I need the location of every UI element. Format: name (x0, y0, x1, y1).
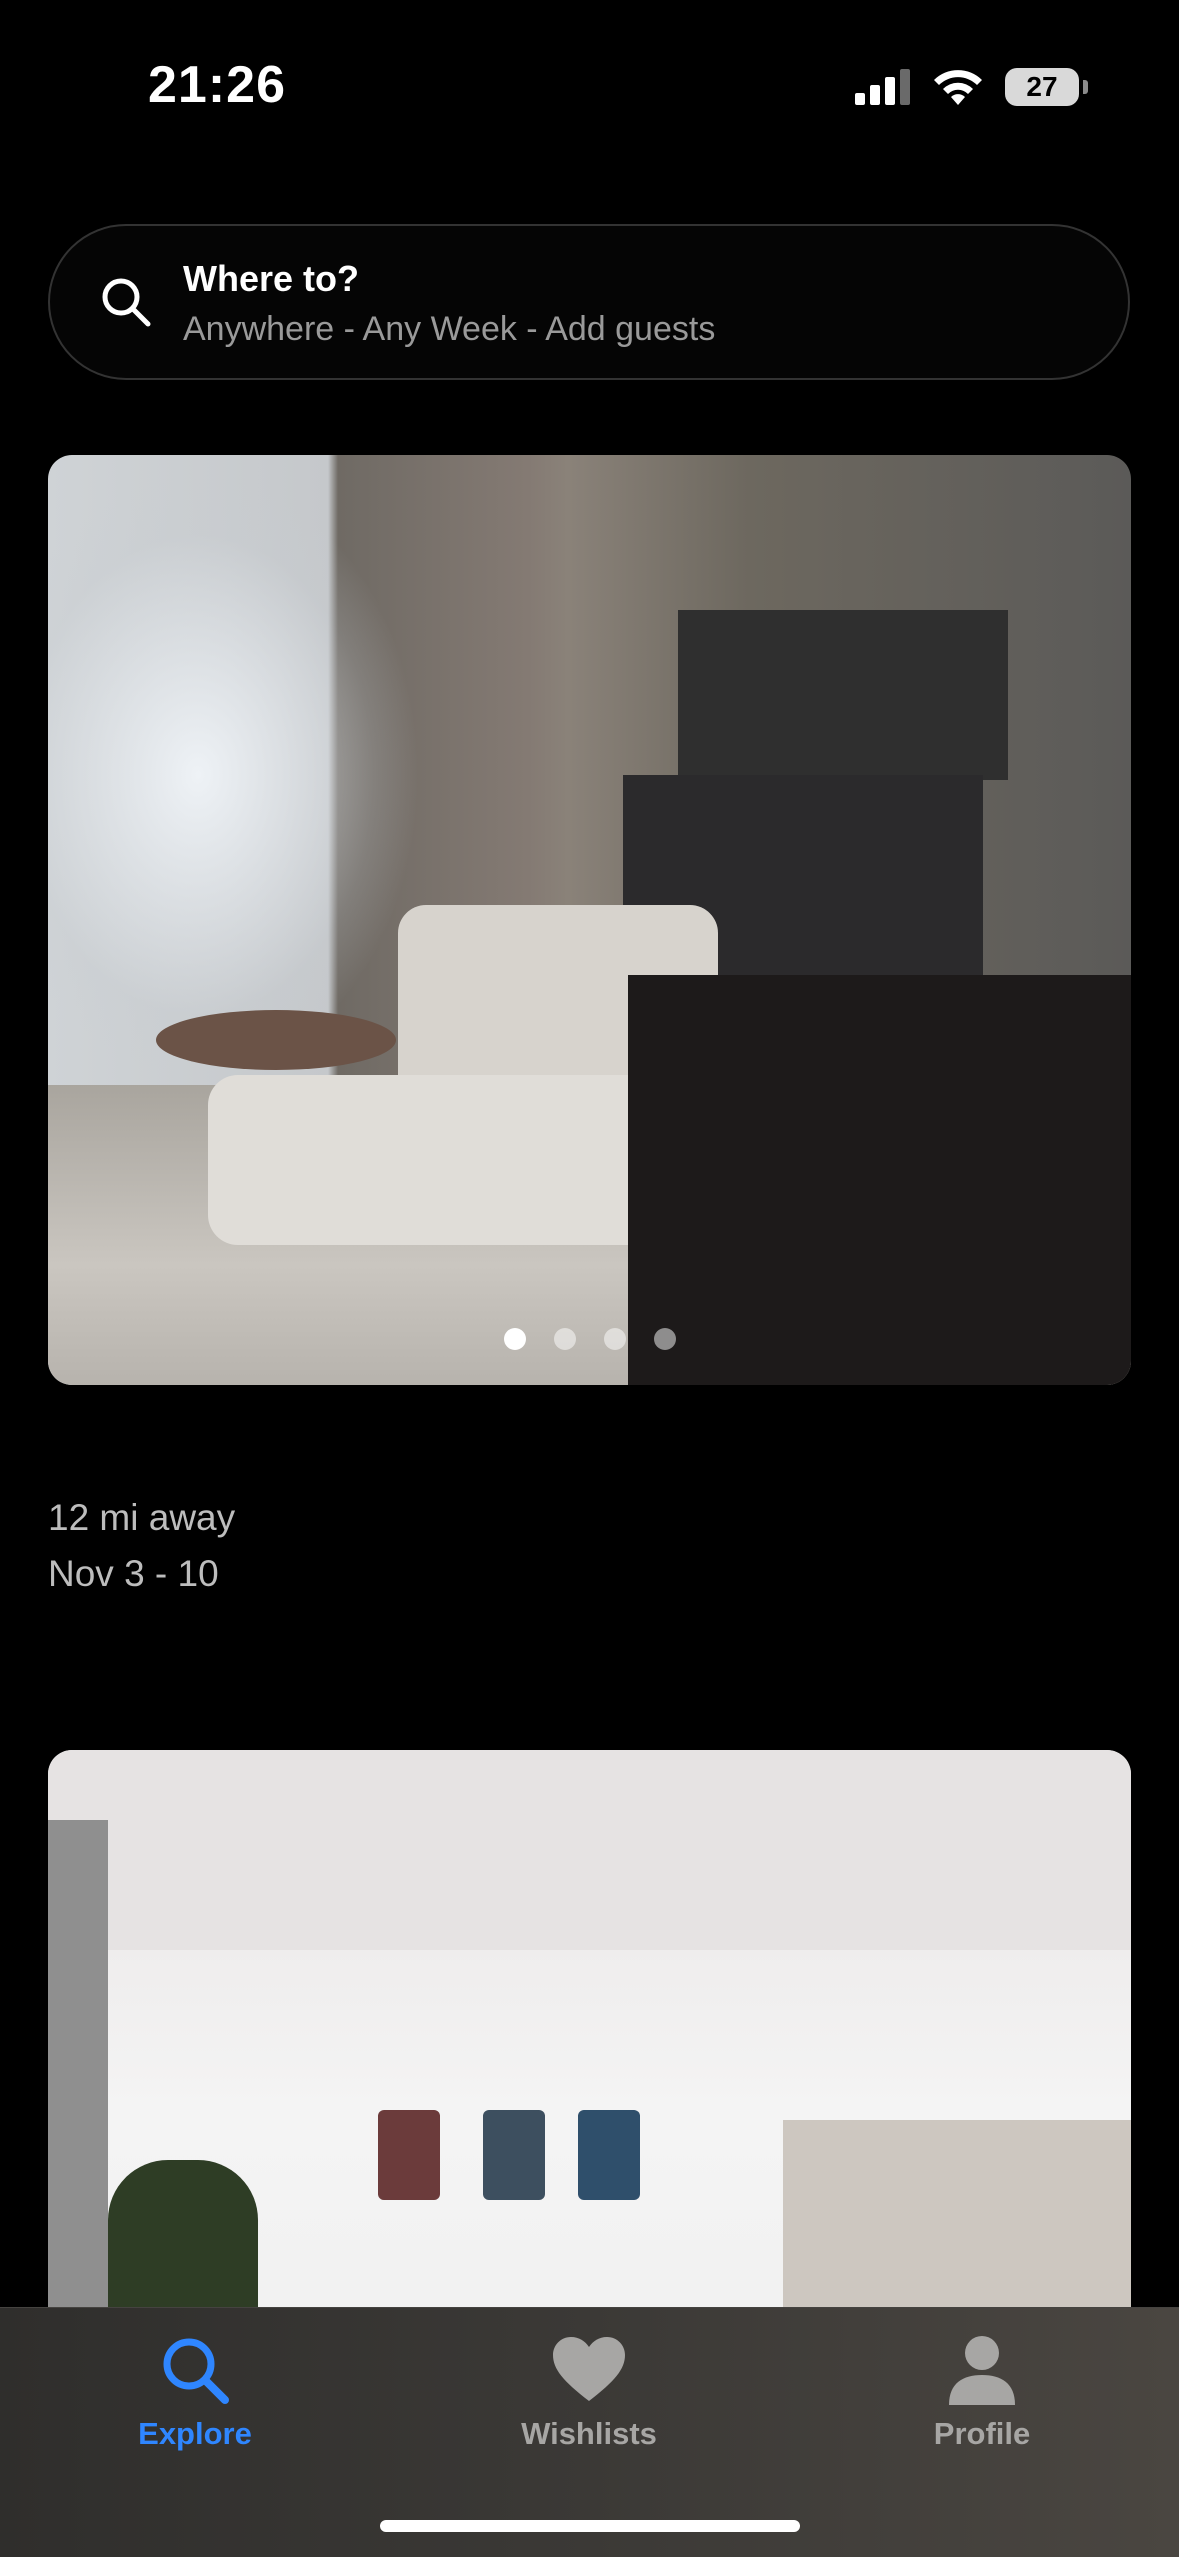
cellular-signal-icon (855, 69, 910, 105)
listing-details[interactable]: 12 mi away Nov 3 - 10 (48, 1490, 235, 1602)
photo-cabinet (678, 610, 1008, 780)
tab-explore[interactable]: Explore (65, 2308, 325, 2488)
tab-wishlists[interactable]: Wishlists (459, 2308, 719, 2488)
search-subtitle: Anywhere - Any Week - Add guests (183, 310, 716, 348)
status-bar: 21:26 27 (0, 0, 1179, 170)
pagination-dot[interactable] (503, 1328, 526, 1350)
pagination-dot[interactable] (603, 1328, 626, 1350)
search-icon (163, 2338, 229, 2404)
search-bar[interactable]: Where to? Anywhere - Any Week - Add gues… (48, 224, 1130, 380)
battery-icon: 27 (1005, 68, 1088, 106)
listing-dates: Nov 3 - 10 (48, 1553, 219, 1594)
tab-label: Wishlists (521, 2416, 657, 2451)
photo-curtain (48, 1820, 108, 2370)
status-time: 21:26 (148, 56, 286, 114)
heart-icon (553, 2337, 625, 2401)
home-indicator[interactable] (380, 2520, 800, 2532)
pagination-dot[interactable] (653, 1328, 676, 1350)
photo-ceiling (48, 1750, 1131, 1950)
photo-wall-art (378, 2110, 440, 2200)
tab-label: Profile (933, 2416, 1031, 2451)
photo-wall-art (483, 2110, 545, 2200)
photo-wall-art (578, 2110, 640, 2200)
listing-photo[interactable] (48, 1750, 1131, 2370)
listing-distance: 12 mi away (48, 1497, 236, 1538)
tab-profile[interactable]: Profile (852, 2308, 1112, 2488)
listing-photo[interactable] (48, 455, 1131, 1385)
tab-label: Explore (138, 2416, 252, 2451)
photo-pagination[interactable] (0, 1328, 1179, 1350)
status-icons: 27 (855, 62, 1088, 112)
search-icon (102, 278, 151, 327)
pagination-dot[interactable] (553, 1328, 576, 1350)
person-icon (949, 2336, 1015, 2405)
wifi-icon (934, 70, 982, 105)
photo-dining-table (628, 975, 1131, 1385)
search-title: Where to? (183, 258, 359, 299)
photo-coffee-table (156, 1010, 396, 1070)
